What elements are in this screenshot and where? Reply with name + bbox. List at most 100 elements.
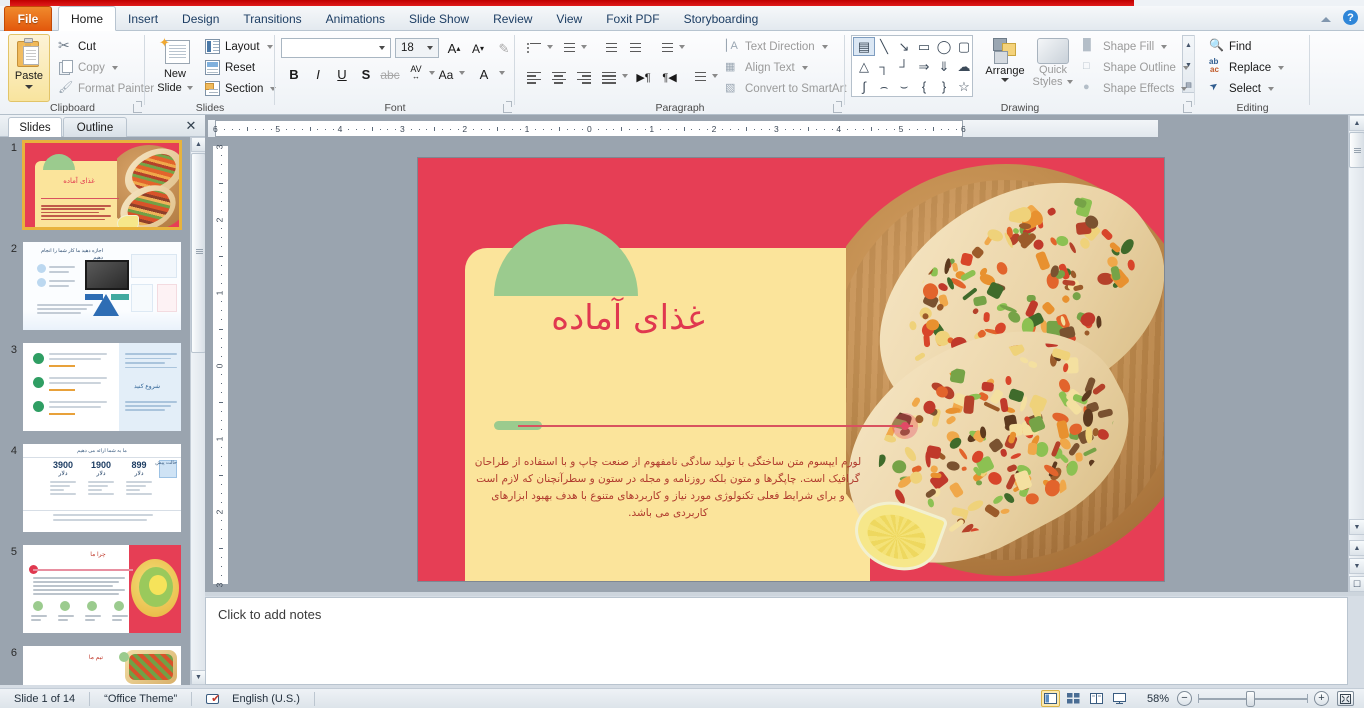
replace-button[interactable]: Replace (1205, 57, 1288, 78)
change-case-button[interactable]: Aa (435, 64, 457, 85)
chevron-down-icon[interactable] (266, 44, 273, 49)
clear-formatting-icon[interactable]: ✎ (493, 38, 515, 59)
help-icon[interactable]: ? (1343, 10, 1358, 25)
ltr-direction-button[interactable]: ▶¶ (633, 67, 654, 87)
copy-button[interactable]: Copy (54, 57, 158, 78)
align-text-button[interactable]: ▦ Align Text (725, 57, 860, 78)
left-brace-shape-icon[interactable]: { (913, 77, 935, 96)
chevron-down-icon[interactable] (459, 71, 465, 75)
chevron-down-icon[interactable] (1067, 80, 1074, 84)
format-painter-button[interactable]: Format Painter (54, 78, 158, 99)
text-direction-button[interactable]: ⎢A Text Direction (725, 36, 860, 57)
thumbnail-preview[interactable]: شروع کنید (22, 342, 182, 432)
theme-name[interactable]: “Office Theme” (90, 689, 191, 708)
thumbnail-preview[interactable]: اجازه دهید ما کار شما را انجام دهیم (22, 241, 182, 331)
paragraph-dialog-launcher[interactable] (833, 101, 842, 113)
tab-home[interactable]: Home (58, 6, 117, 31)
reading-view-button[interactable] (1087, 690, 1106, 707)
grow-font-button[interactable]: A ▴ (443, 38, 465, 59)
thumbnail-preview[interactable]: غذای آماده (22, 140, 182, 230)
textbox-shape-icon[interactable]: ▤ (853, 37, 875, 56)
slide-thumbnail-3[interactable]: 3 شروع کنید (0, 342, 190, 437)
drawing-dialog-launcher[interactable] (1183, 101, 1192, 113)
rectangle-shape-icon[interactable]: ▭ (913, 37, 935, 56)
slide-body-text[interactable]: لورم ایپسوم متن ساختگی با تولید سادگی نا… (473, 454, 863, 522)
rounded-rectangle-shape-icon[interactable]: ▢ (953, 37, 975, 56)
slide-scroll-down-icon[interactable]: ▼ (1349, 519, 1364, 535)
tab-file[interactable]: File (4, 6, 52, 31)
font-dialog-launcher[interactable] (503, 101, 512, 113)
tab-storyboarding[interactable]: Storyboarding (672, 6, 771, 31)
cut-button[interactable]: Cut (54, 36, 158, 57)
select-button[interactable]: Select (1205, 78, 1288, 99)
tab-transitions[interactable]: Transitions (231, 6, 313, 31)
tab-outline[interactable]: Outline (63, 117, 127, 137)
bold-button[interactable]: B (283, 64, 305, 85)
notes-splitter[interactable] (205, 592, 1364, 596)
character-spacing-button[interactable]: AV ↔ (405, 62, 427, 83)
oval-shape-icon[interactable]: ◯ (933, 37, 955, 56)
right-brace-shape-icon[interactable]: } (933, 77, 955, 96)
elbow-connector-shape-icon[interactable]: ┐ (873, 57, 895, 76)
font-color-button[interactable]: A (473, 64, 495, 85)
chevron-down-icon[interactable] (1161, 44, 1168, 49)
thumbnail-preview[interactable]: تیم ما (22, 645, 182, 685)
align-left-button[interactable] (523, 67, 544, 87)
tab-animations[interactable]: Animations (314, 6, 397, 31)
font-name-combo[interactable] (281, 38, 391, 58)
arrow-shape-icon[interactable]: ↘ (893, 37, 915, 56)
tab-foxit-pdf[interactable]: Foxit PDF (594, 6, 671, 31)
chevron-down-icon[interactable] (376, 39, 388, 57)
chevron-down-icon[interactable] (821, 44, 828, 49)
quick-styles-button[interactable]: Quick Styles (1031, 35, 1075, 101)
shape-fill-button[interactable]: █ Shape Fill (1083, 36, 1189, 57)
justify-button[interactable] (598, 67, 619, 87)
previous-slide-button[interactable]: ▲ (1349, 540, 1364, 556)
slide-show-button[interactable] (1110, 690, 1129, 707)
rtl-direction-button[interactable]: ¶◀ (659, 67, 680, 87)
chevron-down-icon[interactable] (1267, 86, 1274, 91)
fit-slide-to-window-button[interactable] (1337, 691, 1354, 706)
chevron-down-icon[interactable] (111, 65, 118, 70)
zoom-slider-handle[interactable] (1246, 690, 1255, 707)
close-pane-icon[interactable]: ✕ (183, 118, 199, 134)
zoom-out-button[interactable]: − (1177, 691, 1192, 706)
tab-design[interactable]: Design (170, 6, 231, 31)
slide-thumbnail-5[interactable]: 5 چرا ما (0, 544, 190, 639)
arc-shape-icon[interactable]: ⌣ (893, 77, 915, 96)
scroll-up-icon[interactable]: ▲ (191, 137, 206, 152)
line-shape-icon[interactable]: ╲ (873, 37, 895, 56)
chevron-down-icon[interactable] (679, 45, 685, 49)
strikethrough-button[interactable]: abc (379, 64, 401, 85)
zoom-level-label[interactable]: 58% (1139, 689, 1177, 708)
arrange-button[interactable]: Arrange (983, 35, 1027, 101)
clipboard-dialog-launcher[interactable] (133, 101, 142, 113)
tab-review[interactable]: Review (481, 6, 544, 31)
convert-to-smartart-button[interactable]: ▧ Convert to SmartArt (725, 78, 860, 99)
horizontal-ruler[interactable]: 6 5 4 3 2 1 0 1 2 3 4 5 6 (208, 120, 1158, 137)
chevron-down-icon[interactable] (499, 71, 505, 75)
decrease-indent-button[interactable] (599, 38, 620, 58)
chevron-down-icon[interactable] (622, 74, 628, 78)
freeform-shape-icon[interactable]: ∫ (853, 77, 875, 96)
layout-button[interactable]: Layout (201, 36, 280, 57)
elbow-arrow-connector-shape-icon[interactable]: ┘ (893, 57, 915, 76)
scrollbar-thumb[interactable] (191, 153, 206, 353)
notes-pane[interactable]: Click to add notes (205, 597, 1348, 685)
bullets-button[interactable] (523, 38, 544, 58)
slide-thumbnail-2[interactable]: 2 اجازه دهید ما کار شما را انجام دهیم (0, 241, 190, 336)
next-slide-button[interactable]: ▼ (1349, 558, 1364, 574)
numbering-button[interactable] (557, 38, 578, 58)
chevron-down-icon[interactable] (547, 45, 553, 49)
zoom-in-button[interactable]: + (1314, 691, 1329, 706)
section-button[interactable]: Section (201, 78, 280, 99)
paste-button[interactable]: Paste (8, 34, 50, 102)
tab-slide-show[interactable]: Slide Show (397, 6, 481, 31)
slide-vertical-scrollbar[interactable]: ▲ ▼ ▲ ▼ ☐ (1348, 115, 1364, 595)
minimize-ribbon-icon[interactable] (1319, 11, 1333, 25)
underline-button[interactable]: U (331, 64, 353, 85)
shapes-gallery[interactable]: ▤ ╲ ↘ ▭ ◯ ▢ △ ┐ ┘ ⇒ ⇓ ☁ ∫ ⌢ ⌣{} ☆ (851, 35, 973, 97)
shape-outline-button[interactable]: □ Shape Outline (1083, 57, 1189, 78)
slide-thumbnail-6[interactable]: 6 تیم ما (0, 645, 190, 685)
slide-scroll-up-icon[interactable]: ▲ (1349, 115, 1364, 131)
